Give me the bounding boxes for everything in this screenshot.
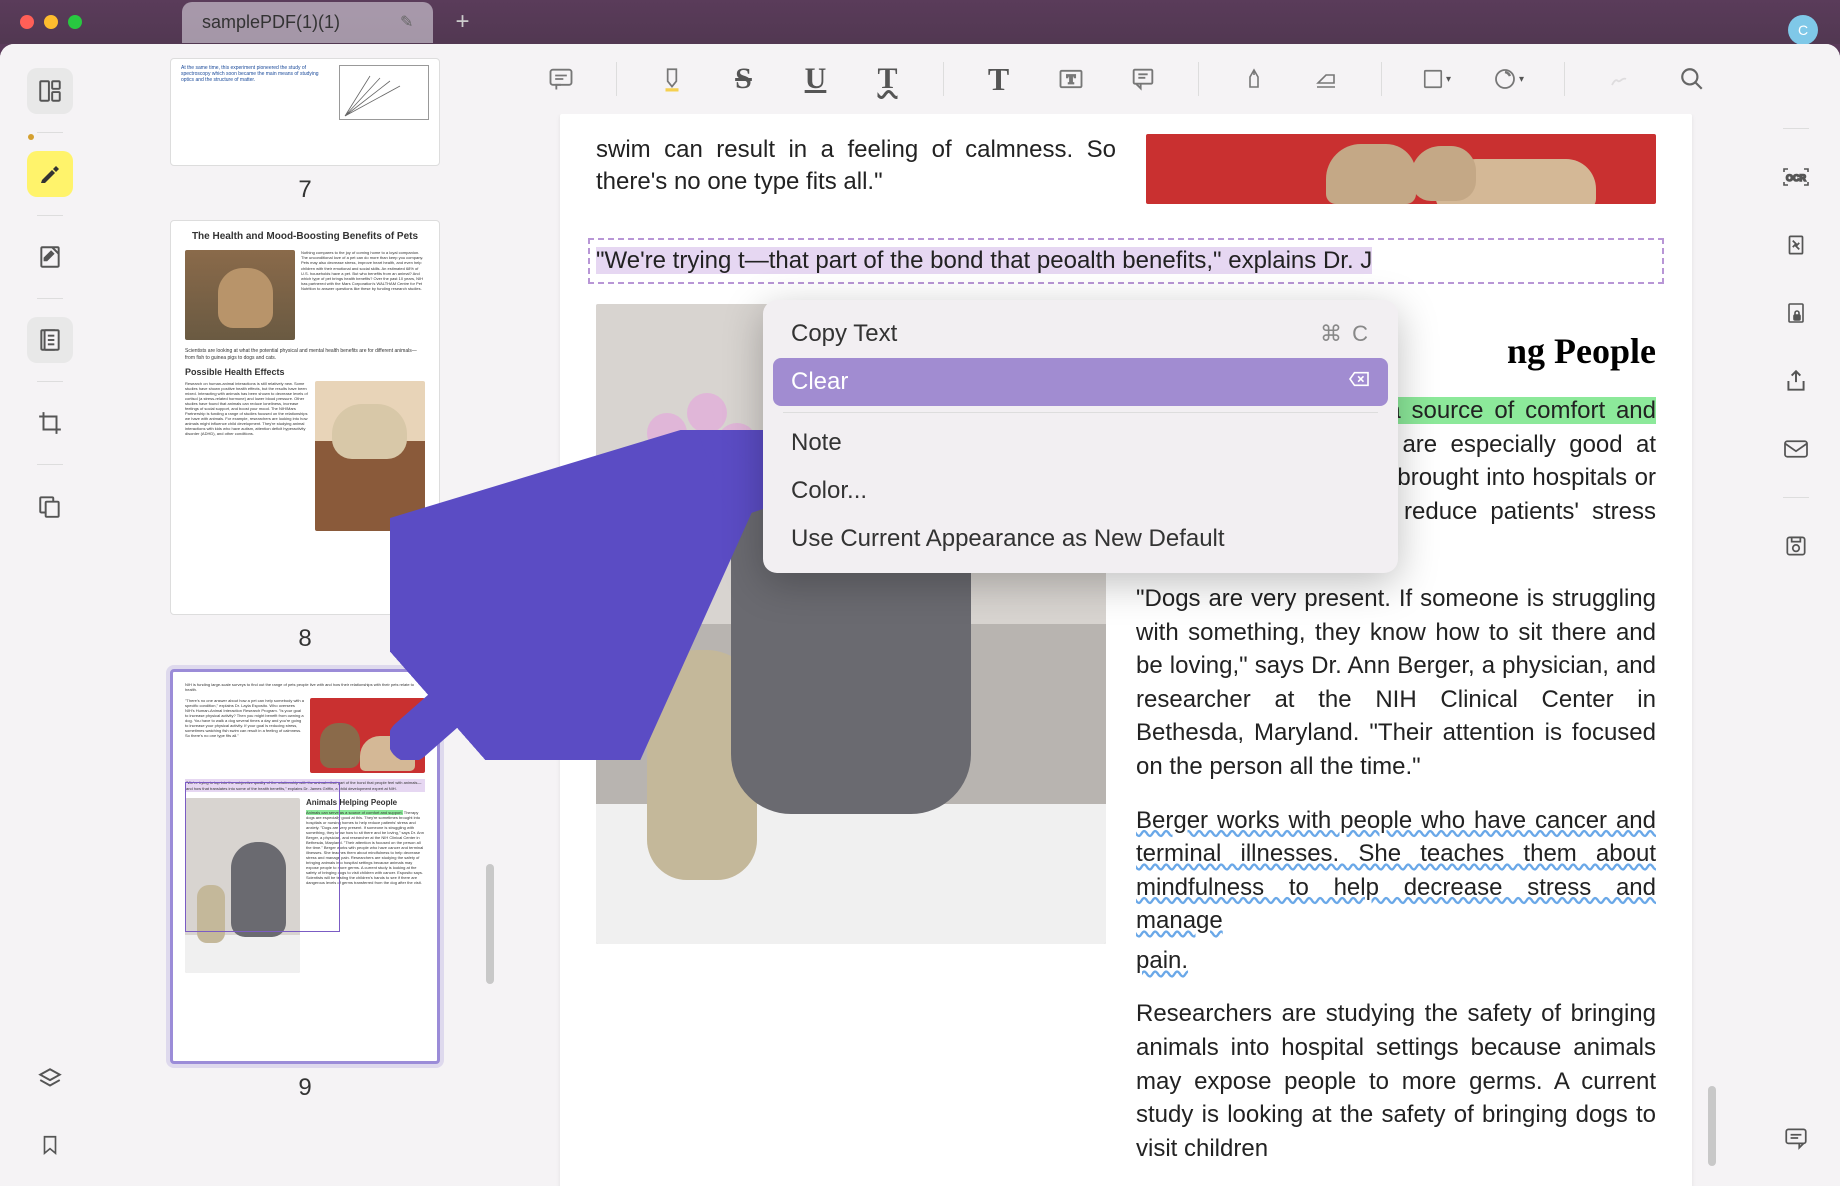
squiggly-icon[interactable]: T bbox=[871, 62, 905, 96]
mail-icon[interactable] bbox=[1776, 429, 1816, 469]
share-icon[interactable] bbox=[1776, 361, 1816, 401]
context-menu: Copy Text ⌘ C Clear Note Color... Use Cu… bbox=[763, 300, 1398, 573]
text-tool-icon[interactable]: T bbox=[982, 62, 1016, 96]
divider bbox=[37, 381, 63, 382]
thumbnails-icon[interactable] bbox=[27, 68, 73, 114]
delete-icon bbox=[1348, 370, 1370, 394]
pencil-icon[interactable]: ✎ bbox=[400, 12, 413, 32]
stamp-tool-icon[interactable]: ▾ bbox=[1492, 62, 1526, 96]
comment-icon[interactable] bbox=[544, 62, 578, 96]
dot-indicator bbox=[28, 134, 34, 140]
menu-color[interactable]: Color... bbox=[773, 467, 1388, 515]
main-area: S U T T T ▾ ▾ swim can result in a feeli… bbox=[500, 44, 1752, 1186]
window-controls bbox=[20, 15, 82, 29]
annotate-icon[interactable] bbox=[27, 234, 73, 280]
underline-icon[interactable]: U bbox=[799, 62, 833, 96]
separator bbox=[1564, 62, 1565, 96]
divider bbox=[1783, 128, 1809, 129]
menu-note[interactable]: Note bbox=[773, 419, 1388, 467]
ocr-icon[interactable]: OCR bbox=[1776, 157, 1816, 197]
outline-icon[interactable] bbox=[27, 317, 73, 363]
maximize-window-button[interactable] bbox=[68, 15, 82, 29]
lock-icon[interactable] bbox=[1776, 293, 1816, 333]
thumbnail-panel[interactable]: At the same time, this experiment pionee… bbox=[100, 44, 500, 1186]
divider bbox=[1783, 497, 1809, 498]
bookmark-icon[interactable] bbox=[27, 1122, 73, 1168]
highlighter-icon[interactable] bbox=[27, 151, 73, 197]
close-window-button[interactable] bbox=[20, 15, 34, 29]
right-rail: OCR bbox=[1752, 44, 1840, 1186]
strikethrough-icon[interactable]: S bbox=[727, 62, 761, 96]
svg-text:OCR: OCR bbox=[1786, 173, 1807, 183]
signature-icon[interactable] bbox=[1603, 62, 1637, 96]
tab-title: samplePDF(1)(1) bbox=[202, 12, 340, 33]
highlight-tool-icon[interactable] bbox=[655, 62, 689, 96]
divider bbox=[37, 298, 63, 299]
toolbar: S U T T T ▾ ▾ bbox=[500, 44, 1752, 114]
search-icon[interactable] bbox=[1675, 62, 1709, 96]
dogs-image bbox=[1146, 134, 1656, 204]
body-text: swim can result in a feeling of calmness… bbox=[596, 134, 1116, 204]
layers-icon[interactable] bbox=[27, 1056, 73, 1102]
divider bbox=[37, 464, 63, 465]
document-tab[interactable]: samplePDF(1)(1) ✎ bbox=[182, 2, 433, 43]
thumbnail-page-7[interactable]: At the same time, this experiment pionee… bbox=[170, 58, 440, 204]
menu-divider bbox=[783, 412, 1378, 413]
minimize-window-button[interactable] bbox=[44, 15, 58, 29]
separator bbox=[1198, 62, 1199, 96]
shortcut-label: ⌘ C bbox=[1320, 321, 1370, 347]
scrollbar-thumb[interactable] bbox=[1708, 1086, 1716, 1166]
left-rail bbox=[0, 44, 100, 1186]
compare-icon[interactable] bbox=[27, 483, 73, 529]
avatar[interactable]: C bbox=[1788, 15, 1818, 45]
document-page: swim can result in a feeling of calmness… bbox=[560, 114, 1692, 1186]
titlebar: samplePDF(1)(1) ✎ + C bbox=[0, 0, 1840, 44]
page-number: 8 bbox=[170, 625, 440, 653]
shape-tool-icon[interactable]: ▾ bbox=[1420, 62, 1454, 96]
document-viewport[interactable]: swim can result in a feeling of calmness… bbox=[500, 114, 1752, 1186]
thumbnail-page-9[interactable]: NIH is funding large-scale surveys to fi… bbox=[170, 669, 440, 1102]
save-icon[interactable] bbox=[1776, 526, 1816, 566]
menu-use-default[interactable]: Use Current Appearance as New Default bbox=[773, 515, 1388, 563]
highlighted-selection[interactable]: "We're trying t—that part of the bond th… bbox=[596, 244, 1656, 278]
crop-icon[interactable] bbox=[27, 400, 73, 446]
page-number: 7 bbox=[170, 176, 440, 204]
menu-clear[interactable]: Clear bbox=[773, 358, 1388, 406]
thumbnail-page-8[interactable]: The Health and Mood-Boosting Benefits of… bbox=[170, 220, 440, 653]
divider bbox=[37, 215, 63, 216]
chat-icon[interactable] bbox=[1776, 1118, 1816, 1158]
page-number: 9 bbox=[170, 1074, 440, 1102]
eraser-icon[interactable] bbox=[1309, 62, 1343, 96]
separator bbox=[943, 62, 944, 96]
textbox-icon[interactable]: T bbox=[1054, 62, 1088, 96]
callout-icon[interactable] bbox=[1126, 62, 1160, 96]
divider bbox=[37, 132, 63, 133]
svg-text:T: T bbox=[1066, 73, 1075, 87]
pen-icon[interactable] bbox=[1237, 62, 1271, 96]
separator bbox=[616, 62, 617, 96]
add-tab-button[interactable]: + bbox=[455, 8, 469, 36]
scrollbar-thumb[interactable] bbox=[486, 864, 494, 984]
menu-copy-text[interactable]: Copy Text ⌘ C bbox=[773, 310, 1388, 358]
separator bbox=[1381, 62, 1382, 96]
app-body: At the same time, this experiment pionee… bbox=[0, 44, 1840, 1186]
rotate-icon[interactable] bbox=[1776, 225, 1816, 265]
